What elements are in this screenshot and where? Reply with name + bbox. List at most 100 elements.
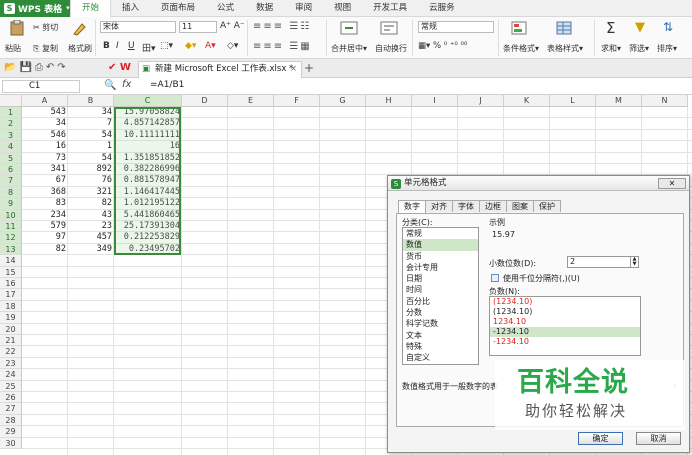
cell[interactable]: 67 [22, 175, 68, 186]
select-all-corner[interactable] [0, 95, 22, 107]
zoom-icon[interactable]: 🔍 [104, 80, 116, 91]
row-header[interactable]: 11 [0, 221, 22, 233]
cell[interactable]: 234 [22, 210, 68, 221]
cell[interactable]: 892 [68, 164, 114, 175]
row-header[interactable]: 19 [0, 312, 22, 324]
grow-font-icon[interactable]: A⁺ A⁻ [220, 21, 245, 31]
cell[interactable]: 16 [22, 141, 68, 152]
row-header[interactable]: 21 [0, 335, 22, 347]
row-header[interactable]: 16 [0, 278, 22, 290]
category-item[interactable]: 分数 [403, 307, 478, 318]
quick-access-icons[interactable]: 📂💾⎙↶↷ [4, 62, 69, 73]
menu-formula[interactable]: 公式 [206, 0, 245, 17]
row-header[interactable]: 14 [0, 255, 22, 267]
column-header[interactable]: H [366, 95, 412, 107]
category-item-selected[interactable]: 数值 [403, 239, 478, 251]
filter-button[interactable]: 筛选▾ [629, 43, 649, 54]
row-header[interactable]: 9 [0, 198, 22, 210]
align-top-icons[interactable]: ≡≡≡ ☰☷ [253, 21, 311, 32]
category-item[interactable]: 特殊 [403, 341, 478, 352]
category-item[interactable]: 自定义 [403, 352, 478, 363]
number-format-select[interactable]: 常规 [418, 21, 494, 33]
align-left-icons[interactable]: ≡≡≡ ☰▦ [253, 41, 312, 52]
row-header[interactable]: 26 [0, 392, 22, 404]
cell[interactable]: 34 [22, 118, 68, 129]
cell[interactable]: 7 [68, 118, 114, 129]
cell[interactable]: 54 [68, 153, 114, 164]
category-item[interactable]: 会计专用 [403, 262, 478, 273]
row-header[interactable]: 22 [0, 346, 22, 358]
tab-pattern[interactable]: 图案 [506, 200, 534, 212]
sort-button[interactable]: 排序▾ [657, 43, 677, 54]
negative-option[interactable]: -1234.10 [490, 337, 640, 347]
cell[interactable]: 76 [68, 175, 114, 186]
decimals-spinner[interactable]: 2 ▲ ▼ [567, 256, 639, 268]
close-icon[interactable]: ✕ [658, 178, 686, 189]
sum-button[interactable]: 求和▾ [601, 43, 621, 54]
row-header[interactable]: 12 [0, 232, 22, 244]
italic-button[interactable]: I [116, 41, 119, 51]
cell[interactable]: 82 [22, 244, 68, 255]
column-header[interactable]: B [68, 95, 114, 107]
menu-cloud[interactable]: 云服务 [418, 0, 466, 17]
row-header[interactable]: 25 [0, 380, 22, 392]
row-header[interactable]: 27 [0, 403, 22, 415]
border-icon[interactable]: 田▾ [142, 41, 156, 54]
row-header[interactable]: 1 [0, 107, 22, 119]
copy-button[interactable]: ⎘ 复制 [33, 43, 58, 54]
row-header[interactable]: 24 [0, 369, 22, 381]
column-header[interactable]: A [22, 95, 68, 107]
category-item[interactable]: 日期 [403, 273, 478, 284]
column-header[interactable]: C [114, 95, 182, 107]
row-header[interactable]: 7 [0, 175, 22, 187]
menu-insert[interactable]: 插入 [111, 0, 150, 17]
menu-page-layout[interactable]: 页面布局 [150, 0, 206, 17]
cell[interactable]: 82 [68, 198, 114, 209]
column-header[interactable]: K [504, 95, 550, 107]
tab-font[interactable]: 字体 [452, 200, 480, 212]
cell[interactable]: 368 [22, 187, 68, 198]
category-item[interactable]: 时间 [403, 284, 478, 295]
row-header[interactable]: 3 [0, 129, 22, 142]
category-item[interactable]: 货币 [403, 251, 478, 262]
font-select[interactable]: 宋体 [100, 21, 176, 33]
table-style-button[interactable]: 表格样式▾ [547, 43, 583, 54]
category-item[interactable]: 常规 [403, 228, 478, 239]
column-header[interactable]: J [458, 95, 504, 107]
tab-document[interactable]: ▣ 新建 Microsoft Excel 工作表.xlsx * × [138, 61, 302, 78]
clear-format-icon[interactable]: ◇▾ [227, 41, 238, 51]
column-header[interactable]: N [642, 95, 688, 107]
row-header[interactable]: 13 [0, 243, 22, 256]
tab-protection[interactable]: 保护 [533, 200, 561, 212]
column-header[interactable]: F [274, 95, 320, 107]
formula-input[interactable]: =A1/B1 [150, 80, 184, 90]
column-header[interactable]: D [182, 95, 228, 107]
cut-button[interactable]: ✂ 剪切 [33, 22, 58, 33]
negative-option[interactable]: 1234.10 [490, 317, 640, 327]
category-item[interactable]: 百分比 [403, 296, 478, 307]
negative-list[interactable]: (1234.10) (1234.10) 1234.10 -1234.10 -12… [489, 296, 641, 356]
cell[interactable]: 34 [68, 107, 114, 118]
row-header[interactable]: 28 [0, 414, 22, 427]
tab-border[interactable]: 边框 [479, 200, 507, 212]
close-tab-icon[interactable]: × [290, 62, 297, 77]
ok-button[interactable]: 确定 [578, 432, 623, 445]
cell[interactable]: 543 [22, 107, 68, 118]
row-header[interactable]: 23 [0, 357, 22, 370]
category-item[interactable]: 科学记数 [403, 318, 478, 329]
thousands-checkbox[interactable] [491, 274, 499, 282]
row-header[interactable]: 8 [0, 186, 22, 199]
paste-icon[interactable] [8, 20, 26, 36]
merge-button[interactable]: 合并居中▾ [331, 43, 367, 54]
underline-button[interactable]: U [128, 41, 135, 51]
tab-alignment[interactable]: 对齐 [425, 200, 453, 212]
font-color-icon[interactable]: A▾ [205, 41, 216, 51]
paste-button[interactable]: 粘贴 [5, 43, 21, 54]
row-header[interactable]: 4 [0, 141, 22, 153]
row-header[interactable]: 29 [0, 426, 22, 438]
cell[interactable]: 341 [22, 164, 68, 175]
cell[interactable]: 1 [68, 141, 114, 152]
new-tab-button[interactable]: + [304, 61, 314, 75]
row-header[interactable]: 6 [0, 164, 22, 176]
menu-view[interactable]: 视图 [323, 0, 362, 17]
